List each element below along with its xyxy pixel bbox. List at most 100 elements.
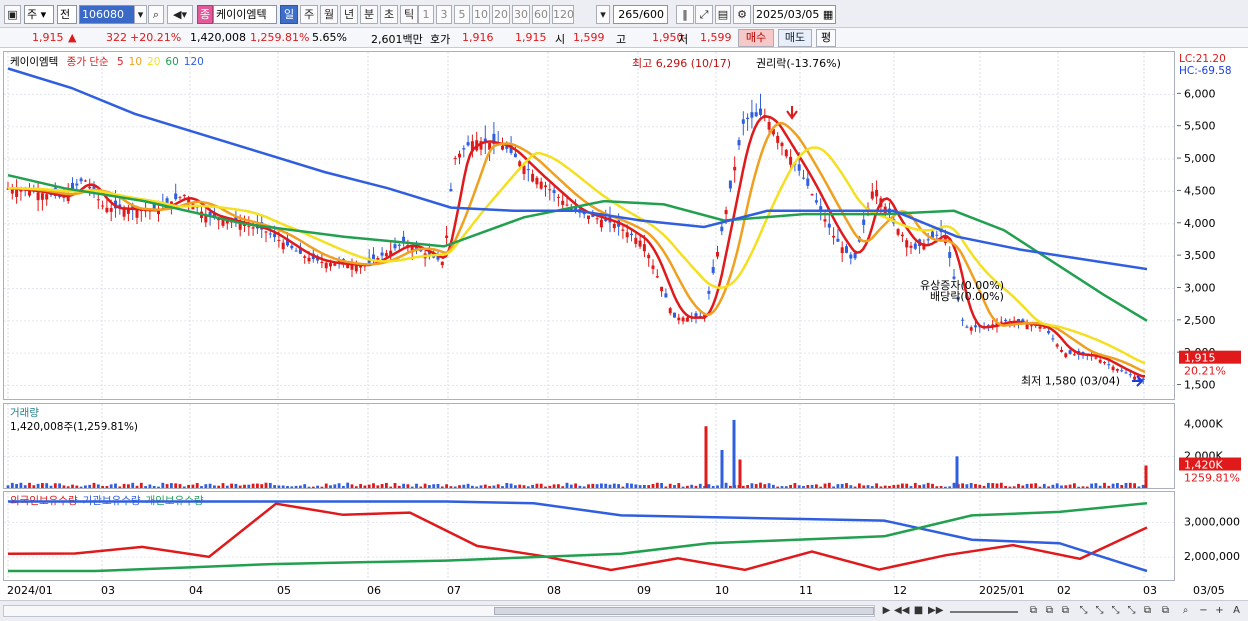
candle-body: [1115, 369, 1119, 371]
period-tab-1[interactable]: 주: [300, 5, 318, 24]
chart-type-badge[interactable]: 종: [197, 5, 213, 24]
volume-bar: [832, 486, 835, 488]
zoom-in-icon[interactable]: +: [1212, 604, 1227, 618]
volume-bar: [1077, 486, 1081, 488]
volume-bar: [483, 484, 487, 488]
minute-option-30[interactable]: 30: [512, 5, 530, 24]
volume-bar: [165, 484, 169, 488]
period-tab-5[interactable]: 초: [380, 5, 398, 24]
period-type-select[interactable]: 주 ▾: [24, 5, 54, 24]
tool-icon-6[interactable]: ⤡: [1108, 604, 1123, 618]
period-tab-4[interactable]: 분: [360, 5, 378, 24]
tool-icon-8[interactable]: ⧉: [1140, 604, 1155, 618]
tool-icon-4[interactable]: ⤡: [1076, 604, 1091, 618]
vol-last-pct: 1259.81%: [1184, 472, 1240, 485]
period-tab-2[interactable]: 월: [320, 5, 338, 24]
candle-icon[interactable]: ‖: [676, 5, 694, 24]
candle-body: [135, 209, 139, 218]
scroll-right-icon[interactable]: ▶: [879, 604, 894, 618]
text-size-icon[interactable]: A: [1229, 604, 1244, 618]
zoom-slider[interactable]: [950, 611, 1018, 613]
volume-bar: [479, 485, 483, 488]
count-field[interactable]: 265/600: [613, 5, 668, 24]
layout-icon[interactable]: ▣: [4, 5, 21, 24]
code-dropdown-icon[interactable]: ▾: [134, 5, 147, 24]
candle-body: [1068, 350, 1072, 354]
forward-icon[interactable]: ▶▶: [928, 604, 943, 618]
volume-bar: [926, 482, 930, 488]
sell-button[interactable]: 매도: [778, 29, 812, 47]
ma10-line: [8, 121, 1146, 374]
volume-bar: [862, 485, 866, 488]
scroll-thumb[interactable]: [494, 607, 874, 615]
volume-bar: [496, 484, 500, 488]
tool-icon-1[interactable]: ⧉: [1026, 604, 1041, 618]
calendar-icon[interactable]: ▦: [823, 8, 833, 21]
candle-body: [1098, 359, 1102, 363]
volume-panel[interactable]: 거래량 1,420,008주(1,259.81%): [3, 403, 1175, 489]
minute-option-3[interactable]: 3: [436, 5, 452, 24]
volume-bar: [488, 486, 491, 488]
date-field[interactable]: 2025/03/05 ▦: [753, 5, 836, 24]
price-panel[interactable]: 케이이엠텍 종가 단순 5 10 20 60 120 최고 6,296 (10/17) 권…: [3, 51, 1175, 400]
volume-bar: [759, 482, 762, 488]
period-tab-6[interactable]: 틱: [400, 5, 418, 24]
count-dropdown-icon[interactable]: ▾: [596, 5, 610, 24]
rewind-icon[interactable]: ◀◀: [894, 604, 909, 618]
minute-option-1[interactable]: 1: [418, 5, 434, 24]
volume-bar: [1042, 483, 1046, 488]
zoom-out-icon[interactable]: −: [1196, 604, 1211, 618]
volume-bar: [152, 485, 156, 488]
buy-button[interactable]: 매수: [738, 29, 774, 47]
period-tab-0[interactable]: 일: [280, 5, 298, 24]
date-value: 2025/03/05: [756, 8, 820, 21]
candle-body: [797, 164, 801, 171]
volume-bar: [213, 485, 216, 488]
volume-bar: [1012, 486, 1016, 488]
volume-bar: [552, 484, 556, 488]
tool-icon-2[interactable]: ⧉: [1042, 604, 1057, 618]
volume-bar: [810, 484, 814, 488]
volume-bar: [840, 483, 844, 488]
tool-icon-7[interactable]: ⤡: [1124, 604, 1139, 618]
candle-body: [836, 238, 840, 242]
speaker-icon[interactable]: ◀▾: [167, 5, 193, 24]
candle-body: [397, 244, 401, 246]
period-tab-3[interactable]: 년: [340, 5, 358, 24]
cross-icon[interactable]: ⤢: [695, 5, 713, 24]
candle-body: [673, 312, 676, 318]
volume-bar: [389, 486, 393, 488]
search-icon[interactable]: ⌕: [148, 5, 164, 24]
save-icon[interactable]: ▤: [715, 5, 731, 24]
stop-icon[interactable]: ■: [911, 604, 926, 618]
scope-select[interactable]: 전: [57, 5, 77, 24]
candle-body: [544, 185, 547, 188]
minute-option-20[interactable]: 20: [492, 5, 510, 24]
tool-icon-3[interactable]: ⧉: [1058, 604, 1073, 618]
minute-option-120[interactable]: 120: [552, 5, 574, 24]
candle-body: [767, 122, 771, 130]
minute-option-10[interactable]: 10: [472, 5, 490, 24]
scroll-track[interactable]: [3, 605, 875, 617]
volume-bar: [286, 486, 289, 488]
candle-body: [1025, 324, 1029, 330]
price-tick-label: 3,500: [1184, 249, 1216, 262]
zoom-search-icon[interactable]: ⌕: [1178, 604, 1193, 618]
tool-icon-9[interactable]: ⧉: [1158, 604, 1173, 618]
holding-panel[interactable]: 외국인보유수량 기관보유수량 개인보유수량: [3, 491, 1175, 581]
minute-option-60[interactable]: 60: [532, 5, 550, 24]
candle-body: [789, 156, 793, 165]
volume-bar: [1107, 485, 1111, 488]
gear-icon[interactable]: ⚙: [733, 5, 751, 24]
candle-body: [109, 208, 113, 212]
stock-code-input[interactable]: 106080: [79, 5, 135, 24]
volume-bar: [772, 484, 775, 488]
volume-bar: [587, 484, 590, 488]
volume-bar: [204, 484, 208, 488]
volume-bar: [1047, 486, 1050, 488]
candle-body: [870, 191, 874, 199]
tool-icon-5[interactable]: ⤡: [1092, 604, 1107, 618]
price-tick-label: 4,500: [1184, 184, 1216, 197]
minute-option-5[interactable]: 5: [454, 5, 470, 24]
eval-button[interactable]: 평: [816, 29, 836, 47]
